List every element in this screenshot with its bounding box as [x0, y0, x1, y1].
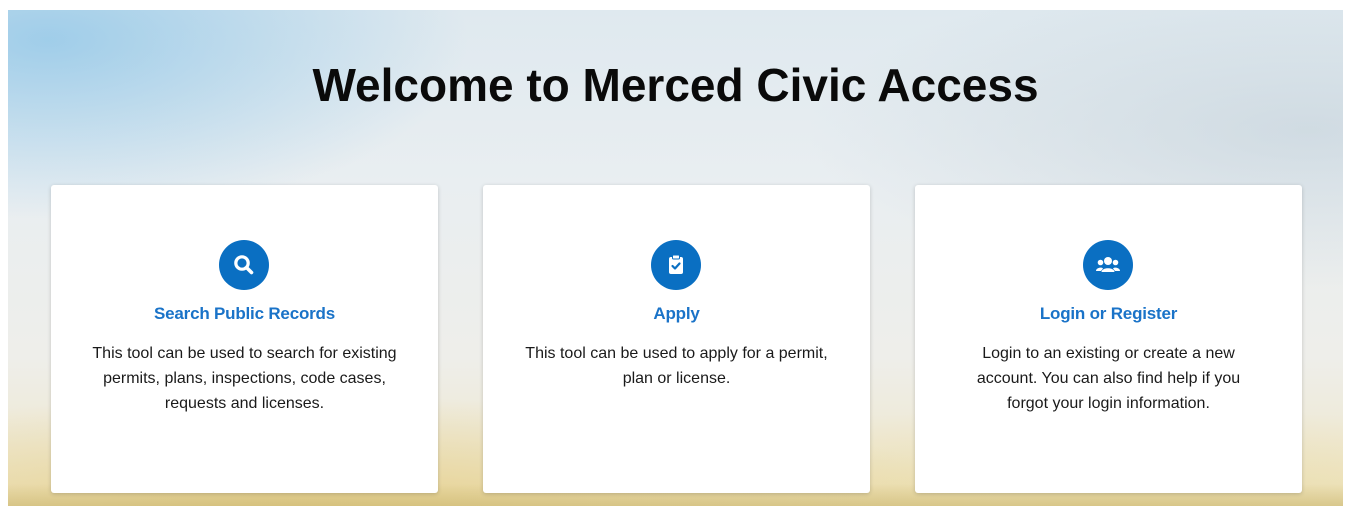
apply-link[interactable]: Apply: [483, 304, 870, 324]
apply-description: This tool can be used to apply for a per…: [525, 345, 828, 387]
search-records-description: This tool can be used to search for exis…: [92, 345, 397, 412]
clipboard-check-icon[interactable]: [651, 240, 701, 290]
hero-banner: Welcome to Merced Civic Access Search Pu…: [8, 10, 1343, 506]
search-icon[interactable]: [219, 240, 269, 290]
login-register-card[interactable]: Login or Register Login to an existing o…: [915, 185, 1302, 493]
login-register-description: Login to an existing or create a new acc…: [976, 345, 1241, 412]
page-title: Welcome to Merced Civic Access: [312, 59, 1039, 111]
users-icon[interactable]: [1083, 240, 1133, 290]
apply-card[interactable]: Apply This tool can be used to apply for…: [483, 185, 870, 493]
login-register-link[interactable]: Login or Register: [915, 304, 1302, 324]
search-records-link[interactable]: Search Public Records: [51, 304, 438, 324]
search-records-card[interactable]: Search Public Records This tool can be u…: [51, 185, 438, 493]
